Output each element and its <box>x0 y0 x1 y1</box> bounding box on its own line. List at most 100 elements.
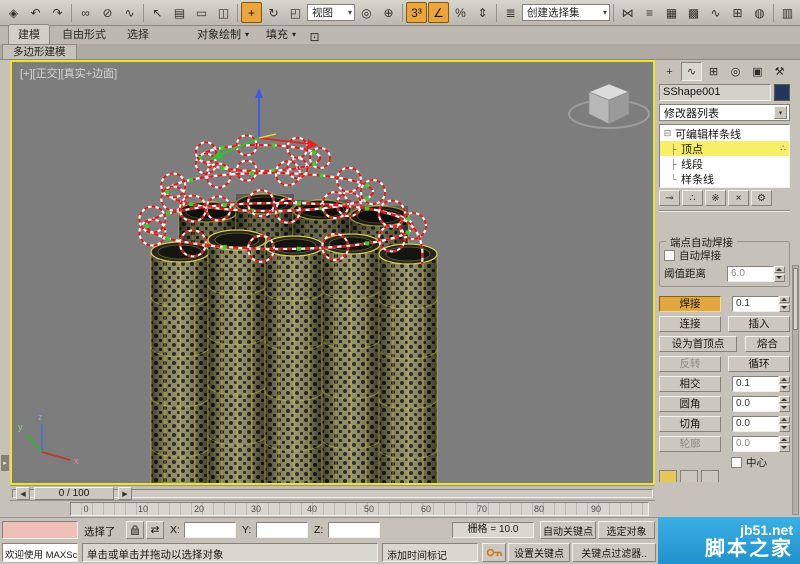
material-editor-icon[interactable]: ◍ <box>749 2 770 23</box>
tab-hierarchy-icon[interactable]: ⊞ <box>703 62 724 81</box>
panel-scrollbar[interactable] <box>792 265 799 515</box>
stack-item-editable-spline[interactable]: ⊟ 可编辑样条线 <box>660 126 789 141</box>
angle-snap-icon[interactable]: ∠ <box>428 2 449 23</box>
layer-manager-icon[interactable]: ▦ <box>661 2 682 23</box>
edit-named-selection-sets-icon[interactable]: ≣ <box>500 2 521 23</box>
stack-item-vertex[interactable]: ├ 顶点 ∴ <box>660 141 789 156</box>
tab-utilities-icon[interactable]: ⚒ <box>769 62 790 81</box>
boolean-icon[interactable] <box>659 470 677 482</box>
selection-lock-icon[interactable] <box>126 521 144 539</box>
time-slider-handle[interactable]: 0 / 100 <box>34 487 114 500</box>
select-and-rotate-icon[interactable]: ↻ <box>263 2 284 23</box>
percent-snap-icon[interactable]: % <box>450 2 471 23</box>
maxscript-mini-listener[interactable]: 欢迎使用 MAXSc <box>2 543 78 562</box>
rectangular-selection-region-icon[interactable]: ▭ <box>191 2 212 23</box>
insert-button[interactable]: 插入 <box>728 315 790 332</box>
track-bar[interactable]: 0 10 20 30 40 50 60 70 80 90 <box>0 501 657 517</box>
active-viewport[interactable]: [+][正交][真实+边面] z x y <box>10 60 655 485</box>
snap-toggle-3d-icon[interactable]: 3³ <box>406 2 427 23</box>
boolean-icon[interactable] <box>701 470 719 482</box>
ribbon-tab-modeling[interactable]: 建模 <box>8 24 50 44</box>
use-pivot-center-icon[interactable]: ◎ <box>356 2 377 23</box>
reference-coordinate-dropdown[interactable]: 视图 ▾ <box>307 4 355 21</box>
ribbon-tab-freeform[interactable]: 自由形式 <box>53 25 115 44</box>
tree-collapse-icon[interactable]: ⊟ <box>663 128 672 139</box>
select-and-manipulate-icon[interactable]: ⊕ <box>378 2 399 23</box>
make-unique-icon[interactable]: ※ <box>705 190 726 206</box>
remove-modifier-icon[interactable]: × <box>728 190 749 206</box>
select-and-move-icon[interactable]: + <box>241 2 262 23</box>
bind-to-spacewarp-icon[interactable]: ∿ <box>119 2 140 23</box>
track-bar-ruler[interactable]: 0 10 20 30 40 50 60 70 80 90 <box>70 502 649 516</box>
chamfer-button[interactable]: 切角 <box>659 415 721 432</box>
threshold-spinner[interactable]: 6.0 <box>727 265 785 282</box>
select-object-icon[interactable]: ↖ <box>147 2 168 23</box>
ribbon-tab-selection[interactable]: 选择 <box>118 25 158 44</box>
spinner-arrows[interactable] <box>779 395 790 412</box>
add-time-tag[interactable]: 添加时间标记 <box>382 543 478 562</box>
fuse-button[interactable]: 熔合 <box>745 335 790 352</box>
select-and-link-icon[interactable]: ∞ <box>75 2 96 23</box>
graphite-ribbon-icon[interactable]: ▩ <box>683 2 704 23</box>
chamfer-value[interactable]: 0.0 <box>732 415 779 432</box>
object-name-field[interactable]: SShape001 <box>659 84 771 101</box>
previous-frame-icon[interactable]: ◀ <box>16 487 30 500</box>
viewport-canvas[interactable]: [+][正交][真实+边面] z x y <box>12 62 653 483</box>
modifier-list-dropdown[interactable]: 修改器列表 ▾ <box>659 104 790 121</box>
select-by-name-icon[interactable]: ▤ <box>169 2 190 23</box>
absolute-offset-toggle-icon[interactable]: ⇄ <box>146 521 164 539</box>
maxscript-macro-recorder[interactable] <box>2 521 78 539</box>
auto-weld-checkbox[interactable] <box>664 250 675 261</box>
threshold-value[interactable]: 6.0 <box>727 265 774 282</box>
application-menu-icon[interactable]: ◈ <box>3 2 24 23</box>
stack-item-spline[interactable]: └ 样条线 <box>660 171 789 186</box>
outline-spinner[interactable]: 0.0 <box>732 435 790 452</box>
stack-item-segment[interactable]: ├ 线段 <box>660 156 789 171</box>
outline-value[interactable]: 0.0 <box>732 435 779 452</box>
auto-weld-checkbox-row[interactable]: 自动焊接 <box>664 248 785 263</box>
cross-insert-button[interactable]: 相交 <box>659 375 721 392</box>
align-icon[interactable]: ≡ <box>639 2 660 23</box>
tab-display-icon[interactable]: ▣ <box>747 62 768 81</box>
selected-filter-dropdown[interactable]: 选定对象 <box>598 521 655 539</box>
object-color-swatch[interactable] <box>774 84 790 101</box>
pin-stack-icon[interactable]: ⊸ <box>659 190 680 206</box>
y-coordinate-field[interactable] <box>256 522 308 538</box>
spinner-arrows[interactable] <box>779 415 790 432</box>
spinner-snap-icon[interactable]: ⇕ <box>472 2 493 23</box>
schematic-view-icon[interactable]: ⊞ <box>727 2 748 23</box>
configure-modifier-sets-icon[interactable]: ⚙ <box>751 190 772 206</box>
ribbon-panel-populate[interactable]: 填充 ▾ <box>259 25 303 44</box>
spinner-arrows[interactable] <box>779 295 790 312</box>
spinner-arrows[interactable] <box>774 265 785 282</box>
set-key-icon[interactable] <box>482 543 506 562</box>
tab-create-icon[interactable]: + <box>659 62 680 81</box>
redo-icon[interactable]: ↷ <box>47 2 68 23</box>
auto-key-button[interactable]: 自动关键点 <box>540 521 596 539</box>
key-filters-button[interactable]: 关键点过滤器.. <box>572 543 656 562</box>
fillet-value[interactable]: 0.0 <box>732 395 779 412</box>
named-selection-set-dropdown[interactable]: 创建选择集 ▾ <box>522 4 610 21</box>
show-end-result-icon[interactable]: ∴ <box>682 190 703 206</box>
next-frame-icon[interactable]: ▶ <box>118 487 132 500</box>
connect-button[interactable]: 连接 <box>659 315 721 332</box>
select-and-scale-icon[interactable]: ◰ <box>285 2 306 23</box>
z-coordinate-field[interactable] <box>328 522 380 538</box>
viewport-layout-tab-icon[interactable]: ▸ <box>1 455 9 471</box>
boolean-icon[interactable] <box>680 470 698 482</box>
ribbon-panel-polygon-modeling[interactable]: 多边形建模 <box>2 44 77 59</box>
fillet-spinner[interactable]: 0.0 <box>732 395 790 412</box>
viewport-label[interactable]: [+][正交][真实+边面] <box>20 66 117 80</box>
curve-editor-icon[interactable]: ∿ <box>705 2 726 23</box>
center-checkbox[interactable] <box>731 457 742 468</box>
make-first-button[interactable]: 设为首顶点 <box>659 335 737 352</box>
time-slider[interactable]: ◀ 0 / 100 ▶ <box>10 485 655 501</box>
spinner-arrows[interactable] <box>779 435 790 452</box>
center-checkbox-row[interactable]: 中心 <box>731 455 790 470</box>
weld-spinner[interactable]: 0.1 <box>732 295 790 312</box>
cross-insert-spinner[interactable]: 0.1 <box>732 375 790 392</box>
weld-button[interactable]: 焊接 <box>659 295 721 312</box>
unlink-selection-icon[interactable]: ⊘ <box>97 2 118 23</box>
modifier-stack[interactable]: ⊟ 可编辑样条线 ├ 顶点 ∴ ├ 线段 └ 样条线 <box>659 124 790 188</box>
window-crossing-icon[interactable]: ◫ <box>213 2 234 23</box>
